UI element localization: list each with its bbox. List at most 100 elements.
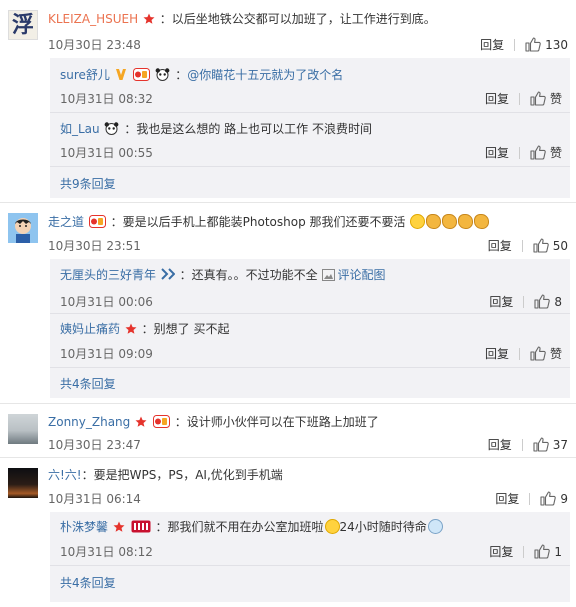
action-divider: [518, 92, 520, 105]
reply-button[interactable]: 回复: [489, 543, 513, 560]
reply-list: sure舒儿 ：@你瞄花十五元就为了改个名 10月31日 08:32 回复 赞 …: [50, 58, 570, 198]
username[interactable]: 六!六!: [48, 468, 82, 482]
action-divider: [521, 239, 523, 252]
action-divider: [514, 38, 516, 51]
thumbs-up-icon: [533, 437, 549, 452]
comment-feed: 浮 KLEIZA_HSUEH ：以后坐地铁公交都可以加班了，让工作进行到底。 1…: [0, 0, 576, 607]
like-count: 赞: [549, 347, 562, 361]
username[interactable]: 走之道: [48, 215, 84, 229]
star-badge-icon[interactable]: [135, 416, 147, 428]
username[interactable]: 如_Lau: [60, 122, 100, 136]
action-divider: [529, 492, 531, 505]
comment-line: 六!六!：要是把WPS，PS，AI,优化到手机端: [48, 467, 283, 483]
like-count: 1: [554, 544, 562, 559]
reply-button[interactable]: 回复: [489, 293, 513, 310]
comment-item: Zonny_Zhang ：设计师小伙伴可以在下班路上加班了 10月30日 23:…: [0, 404, 576, 456]
like-button[interactable]: 赞: [530, 90, 562, 107]
timestamp: 10月31日 00:06: [60, 295, 153, 309]
more-replies-link[interactable]: 共4条回复: [60, 375, 116, 392]
username[interactable]: 朴洙梦馨: [60, 520, 108, 534]
star-badge-icon[interactable]: [143, 13, 155, 25]
like-count: 赞: [549, 92, 562, 106]
thumbs-up-icon: [525, 37, 541, 52]
reply-divider: [50, 166, 570, 167]
comment-text: ：要是把WPS，PS，AI,优化到手机端: [81, 468, 283, 482]
reply-button[interactable]: 回复: [488, 237, 512, 254]
comment-actions: 回复 130: [480, 36, 568, 53]
reply-line: 如_Lau ：我也是这么想的 路上也可以工作 不浪费时间: [60, 121, 372, 137]
more-replies-link[interactable]: 共9条回复: [60, 175, 116, 192]
avatar[interactable]: [8, 468, 38, 498]
panda-icon[interactable]: [104, 122, 119, 135]
thumbs-up-icon: [533, 238, 549, 253]
action-divider: [523, 545, 525, 558]
username[interactable]: 姨妈止痛药: [60, 322, 120, 336]
username[interactable]: sure舒儿: [60, 68, 110, 82]
reply-divider: [50, 313, 570, 314]
smile-emoji-icon: [410, 214, 426, 229]
comment-text: ：要是以后手机上都能装Photoshop 那我们还要不要活: [110, 215, 406, 229]
avatar[interactable]: 浮: [8, 10, 38, 40]
like-button[interactable]: 37: [533, 437, 568, 452]
star-badge-icon[interactable]: [125, 323, 137, 335]
username[interactable]: Zonny_Zhang: [48, 415, 130, 429]
thumbs-up-icon: [530, 346, 546, 361]
comment-item: 走之道 ：要是以后手机上都能装Photoshop 那我们还要不要活 10月30日…: [0, 203, 576, 402]
reply-list: 无厘头的三好青年 ：还真有。。不过功能不全 评论配图 10月31日 00:06 …: [50, 259, 570, 398]
member-badge-icon[interactable]: [152, 415, 170, 428]
reply-button[interactable]: 回复: [488, 436, 512, 453]
like-button[interactable]: 50: [533, 238, 568, 253]
level-badge-icon[interactable]: [161, 268, 175, 281]
avatar[interactable]: [8, 213, 38, 243]
reply-line: sure舒儿 ：@你瞄花十五元就为了改个名: [60, 67, 343, 83]
star-badge-icon[interactable]: [113, 521, 125, 533]
clap-emoji-icon: [474, 214, 490, 229]
more-replies-link[interactable]: 共4条回复: [60, 574, 116, 591]
reply-colon: ：: [175, 68, 188, 82]
reply-button[interactable]: 回复: [485, 144, 509, 161]
clap-emoji-icon: [442, 214, 458, 229]
like-button[interactable]: 130: [525, 37, 568, 52]
thumbs-up-icon: [540, 491, 557, 506]
like-count: 8: [554, 294, 562, 309]
comment-actions: 回复 37: [488, 436, 568, 453]
comment-text: ：设计师小伙伴可以在下班路上加班了: [174, 415, 379, 429]
reply-text: ：我也是这么想的 路上也可以工作 不浪费时间: [124, 122, 372, 136]
reply-list: 朴洙梦馨 ：那我们就不用在办公室加班啦 24小时随时待命 10月31日 08:12…: [50, 512, 570, 602]
reply-button[interactable]: 回复: [485, 90, 509, 107]
action-divider: [521, 438, 523, 451]
clap-emoji-icon: [426, 214, 442, 229]
member-badge-icon[interactable]: [88, 215, 106, 228]
like-button[interactable]: 9: [540, 491, 568, 506]
timestamp: 10月31日 09:09: [60, 347, 153, 361]
music-badge-icon[interactable]: [131, 520, 151, 533]
vip-v-icon[interactable]: [115, 68, 127, 81]
reply-actions: 回复 赞: [485, 144, 562, 161]
member-badge-icon[interactable]: [132, 68, 150, 81]
like-button[interactable]: 赞: [530, 144, 562, 161]
like-button[interactable]: 赞: [530, 345, 562, 362]
like-count: 赞: [549, 146, 562, 160]
reply-button[interactable]: 回复: [485, 345, 509, 362]
reply-button[interactable]: 回复: [495, 490, 519, 507]
like-count: 50: [552, 238, 568, 253]
mention-link[interactable]: @你瞄花十五元就为了改个名: [187, 68, 343, 82]
avatar[interactable]: [8, 414, 38, 444]
action-divider: [518, 347, 520, 360]
reply-divider: [50, 565, 570, 566]
panda-icon[interactable]: [155, 68, 170, 81]
like-button[interactable]: 1: [534, 544, 562, 559]
reply-text: ：那我们就不用在办公室加班啦: [155, 520, 324, 534]
like-button[interactable]: 8: [534, 294, 562, 309]
reply-divider: [50, 112, 570, 113]
username[interactable]: 无厘头的三好青年: [60, 268, 156, 282]
timestamp: 10月31日 08:32: [60, 92, 153, 106]
comment-line: Zonny_Zhang ：设计师小伙伴可以在下班路上加班了: [48, 414, 379, 430]
username[interactable]: KLEIZA_HSUEH: [48, 12, 138, 26]
picture-link[interactable]: 评论配图: [338, 268, 386, 282]
reply-button[interactable]: 回复: [480, 36, 504, 53]
comment-line: KLEIZA_HSUEH ：以后坐地铁公交都可以加班了，让工作进行到底。: [48, 11, 436, 27]
reply-text-after: 24小时随时待命: [339, 520, 427, 534]
reply-line: 无厘头的三好青年 ：还真有。。不过功能不全 评论配图: [60, 267, 386, 283]
comment-item: 六!六!：要是把WPS，PS，AI,优化到手机端 10月31日 06:14 回复…: [0, 458, 576, 607]
